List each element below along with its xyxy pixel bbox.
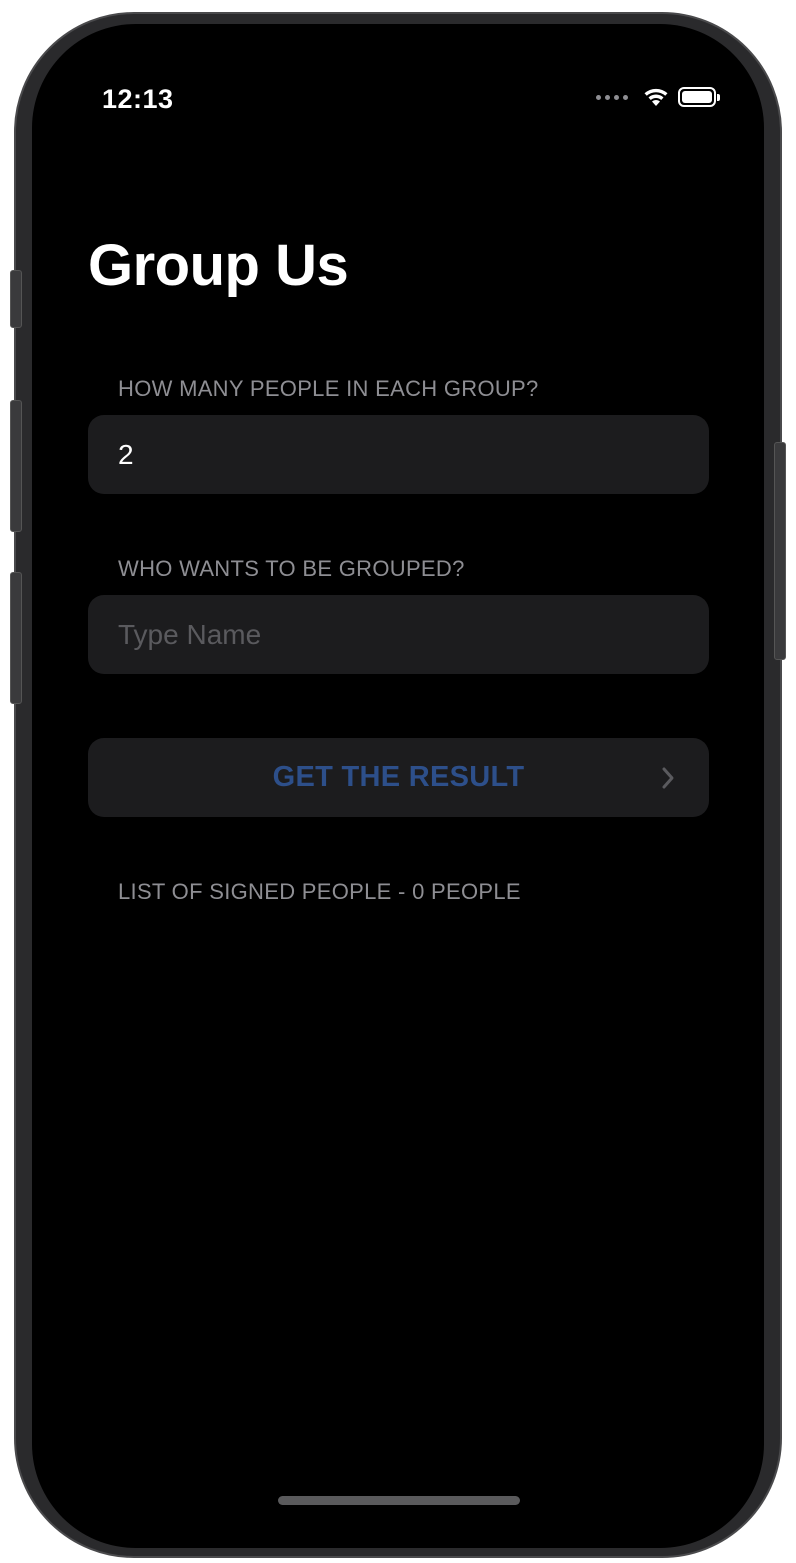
status-time: 12:13 xyxy=(102,84,174,114)
signed-people-header: LIST OF SIGNED PEOPLE - 0 PEOPLE xyxy=(118,879,521,904)
group-size-cell xyxy=(88,415,709,494)
chevron-right-icon xyxy=(662,767,674,789)
name-cell xyxy=(88,595,709,674)
group-size-header: HOW MANY PEOPLE IN EACH GROUP? xyxy=(118,376,539,401)
names-header: WHO WANTS TO BE GROUPED? xyxy=(118,556,465,581)
silent-switch xyxy=(10,270,22,328)
get-result-label: GET THE RESULT xyxy=(272,761,525,793)
wifi-icon xyxy=(644,88,668,106)
name-input[interactable] xyxy=(118,595,678,674)
signal-dots-icon xyxy=(596,94,628,100)
battery-icon xyxy=(678,87,720,107)
volume-up-button xyxy=(10,400,22,532)
volume-down-button xyxy=(10,572,22,704)
page-title: Group Us xyxy=(88,233,349,298)
group-size-input[interactable] xyxy=(118,415,678,494)
power-button xyxy=(774,442,786,660)
home-indicator[interactable] xyxy=(278,1496,520,1505)
status-icons xyxy=(596,86,720,108)
get-result-button[interactable]: GET THE RESULT xyxy=(88,738,709,817)
app-screen: 12:13 Group Us HOW MANY PEOPLE IN EACH G… xyxy=(32,24,764,1548)
